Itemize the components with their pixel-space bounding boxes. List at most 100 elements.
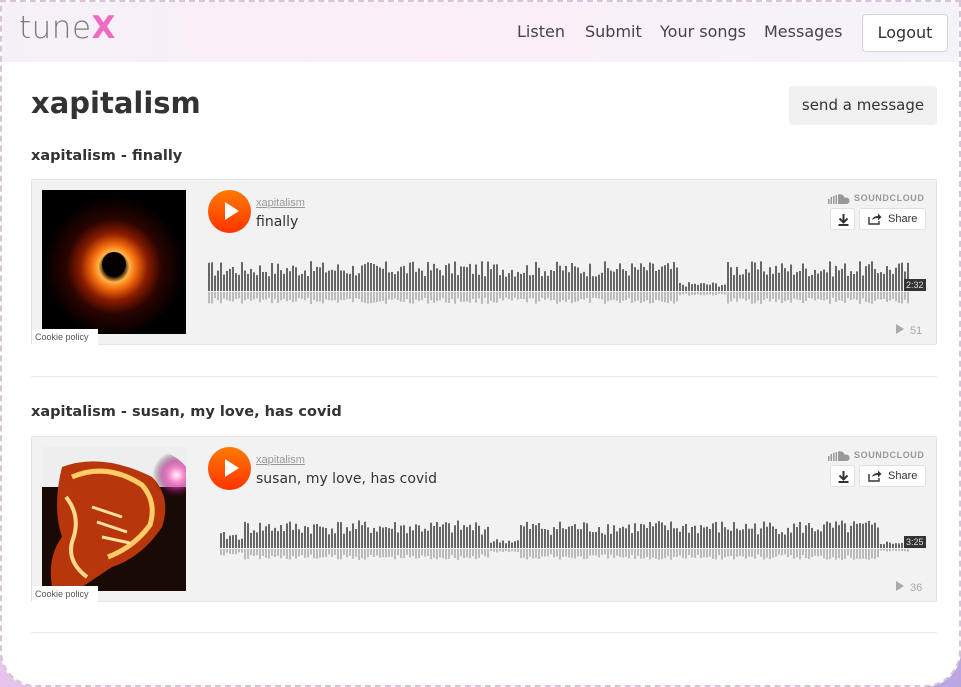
waveform-bar-reflection — [217, 292, 219, 301]
waveform-bar-reflection — [346, 292, 348, 300]
waveform-bar — [607, 268, 609, 291]
waveform-bar — [511, 542, 513, 548]
waveform-bar — [835, 521, 837, 548]
player-track-title[interactable]: susan, my love, has covid — [256, 471, 437, 487]
waveform-bar — [535, 261, 537, 291]
waveform-bar-reflection — [658, 292, 660, 301]
nav-listen[interactable]: Listen — [517, 22, 565, 41]
waveform-bar-reflection — [892, 549, 894, 551]
waveform-bar — [820, 531, 822, 548]
nav-messages[interactable]: Messages — [764, 22, 842, 41]
waveform-bar — [415, 524, 417, 548]
waveform-bar-reflection — [421, 549, 423, 556]
waveform-bar-reflection — [643, 292, 645, 302]
waveform-bar — [337, 264, 339, 291]
waveform-bar-reflection — [688, 292, 690, 296]
waveform-bar-reflection — [418, 549, 420, 559]
waveform-bar-reflection — [238, 549, 240, 553]
waveform-bar — [637, 531, 639, 548]
waveform-bar — [526, 265, 528, 291]
waveform-bar — [631, 533, 633, 548]
waveform-bar-reflection — [472, 549, 474, 557]
waveform-bar — [559, 265, 561, 291]
waveform-bar — [430, 522, 432, 548]
waveform-bar-reflection — [682, 292, 684, 295]
soundcloud-cloud-icon — [828, 193, 850, 204]
waveform-bar-reflection — [556, 549, 558, 557]
waveform-bar-reflection — [313, 549, 315, 559]
waveform-bar — [655, 523, 657, 548]
player-artist-link[interactable]: xapitalism — [256, 197, 305, 209]
waveform-bar — [754, 523, 756, 548]
nav-your-songs[interactable]: Your songs — [660, 22, 746, 41]
waveform-bar — [625, 528, 627, 548]
waveform-bar-reflection — [832, 549, 834, 558]
share-label: Share — [888, 213, 918, 225]
waveform-bar-reflection — [211, 292, 213, 304]
waveform-bar-reflection — [826, 292, 828, 300]
cookie-policy-link[interactable]: Cookie policy — [32, 586, 98, 602]
waveform-bar-reflection — [706, 292, 708, 295]
play-button[interactable] — [208, 447, 251, 490]
logout-button[interactable]: Logout — [862, 14, 948, 52]
waveform-bar-reflection — [874, 292, 876, 301]
waveform-bar — [895, 267, 897, 291]
player-artist-link[interactable]: xapitalism — [256, 454, 305, 466]
download-button[interactable] — [830, 465, 855, 487]
waveform-bar — [451, 273, 453, 291]
logo[interactable]: tuneX — [19, 10, 116, 50]
share-button[interactable]: Share — [859, 208, 926, 230]
soundcloud-brand[interactable]: SOUNDCLOUD — [828, 193, 925, 204]
waveform-bar — [259, 522, 261, 548]
waveform-bar-reflection — [262, 549, 264, 556]
waveform-bar-reflection — [247, 292, 249, 299]
waveform-bar — [901, 262, 903, 291]
cover-art[interactable] — [42, 190, 186, 334]
waveform-bar-reflection — [475, 549, 477, 560]
waveform-bar-reflection — [430, 549, 432, 560]
waveform-bar-reflection — [292, 549, 294, 557]
waveform-bar — [610, 533, 612, 548]
waveform-bar — [820, 271, 822, 291]
waveform-bar-reflection — [634, 292, 636, 302]
send-message-button[interactable]: send a message — [789, 86, 937, 125]
waveform[interactable] — [208, 246, 928, 308]
waveform-bar-reflection — [670, 292, 672, 301]
waveform-bar — [865, 266, 867, 291]
soundcloud-brand[interactable]: SOUNDCLOUD — [828, 450, 925, 461]
cookie-policy-link[interactable]: Cookie policy — [32, 329, 98, 345]
waveform-bar-reflection — [601, 292, 603, 300]
waveform-bar — [769, 522, 771, 548]
waveform-bar — [604, 261, 606, 291]
waveform-bar-reflection — [358, 549, 360, 561]
waveform-bar-reflection — [811, 549, 813, 558]
nav-submit[interactable]: Submit — [585, 22, 642, 41]
waveform-bar-reflection — [586, 292, 588, 298]
download-button[interactable] — [830, 208, 855, 230]
play-button[interactable] — [208, 190, 251, 233]
waveform-bar-reflection — [802, 292, 804, 303]
waveform-bar-reflection — [517, 292, 519, 300]
waveform-bar-reflection — [505, 549, 507, 551]
waveform-bar — [259, 265, 261, 291]
share-button[interactable]: Share — [859, 465, 926, 487]
waveform-bar-reflection — [793, 292, 795, 299]
waveform-bar-reflection — [622, 292, 624, 301]
waveform-bar — [808, 523, 810, 548]
player-track-title[interactable]: finally — [256, 214, 298, 230]
divider — [31, 632, 937, 633]
waveform-bar-reflection — [460, 292, 462, 302]
waveform[interactable] — [220, 503, 928, 565]
waveform-bar — [352, 265, 354, 291]
waveform-bar-reflection — [796, 549, 798, 558]
share-label: Share — [888, 470, 918, 482]
waveform-bar — [295, 523, 297, 548]
waveform-bar-reflection — [337, 549, 339, 560]
waveform-bar — [376, 265, 378, 291]
waveform-bar-reflection — [595, 292, 597, 298]
waveform-bar — [268, 276, 270, 291]
waveform-bar — [772, 526, 774, 548]
waveform-bar-reflection — [562, 549, 564, 557]
waveform-bar-reflection — [436, 292, 438, 302]
cover-art[interactable] — [42, 447, 186, 591]
